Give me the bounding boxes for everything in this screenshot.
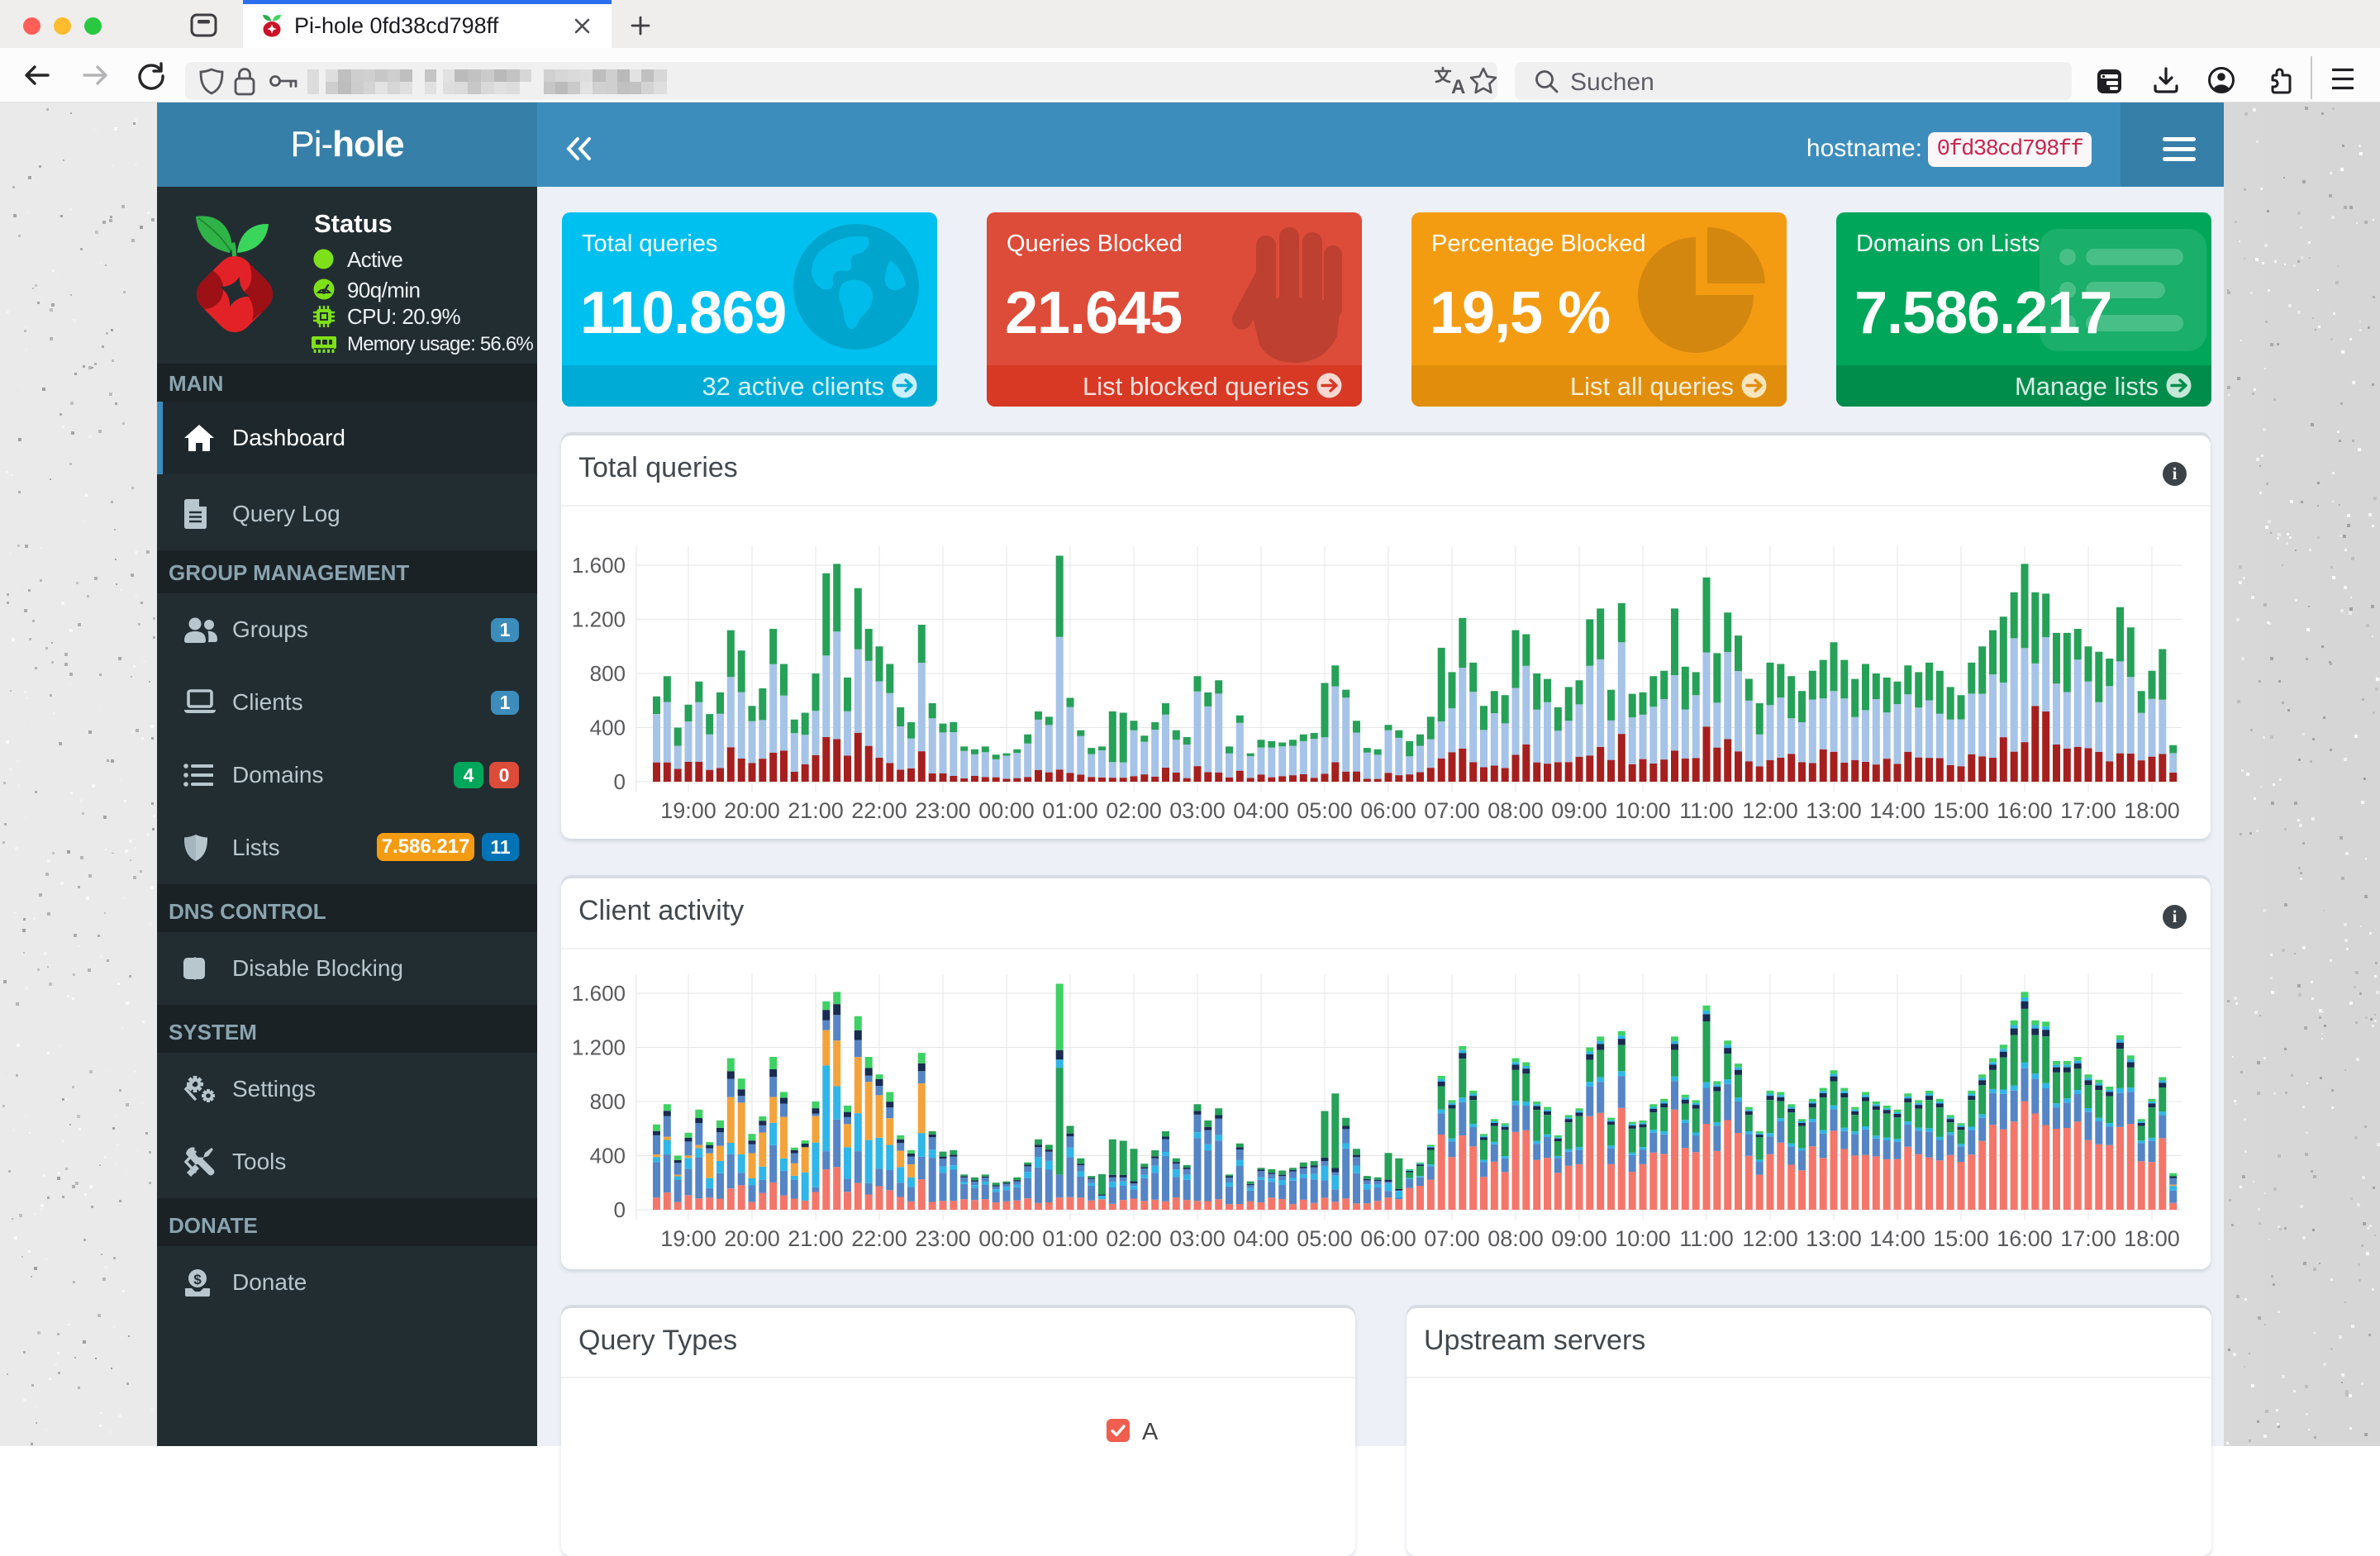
svg-text:22:00: 22:00 [851,798,907,823]
svg-text:18:00: 18:00 [2124,1226,2180,1251]
svg-text:0: 0 [614,769,626,794]
svg-text:19:00: 19:00 [660,798,716,823]
svg-text:14:00: 14:00 [1869,1226,1925,1251]
svg-text:800: 800 [590,661,626,686]
svg-text:23:00: 23:00 [915,798,971,823]
svg-text:09:00: 09:00 [1551,1226,1607,1251]
svg-text:1.200: 1.200 [572,1035,626,1060]
svg-text:15:00: 15:00 [1933,1226,1989,1251]
svg-text:05:00: 05:00 [1297,1226,1353,1251]
svg-text:01:00: 01:00 [1042,798,1098,823]
svg-text:03:00: 03:00 [1169,798,1226,823]
svg-text:800: 800 [590,1089,626,1114]
svg-text:01:00: 01:00 [1042,1226,1098,1251]
svg-text:12:00: 12:00 [1742,798,1798,823]
svg-text:06:00: 06:00 [1360,1226,1416,1251]
svg-text:18:00: 18:00 [2124,798,2180,823]
svg-text:16:00: 16:00 [1997,1226,2053,1251]
svg-text:11:00: 11:00 [1679,798,1734,823]
svg-text:03:00: 03:00 [1169,1226,1226,1251]
svg-text:13:00: 13:00 [1806,798,1862,823]
svg-text:02:00: 02:00 [1106,798,1162,823]
svg-text:16:00: 16:00 [1997,798,2053,823]
svg-text:17:00: 17:00 [2060,1226,2116,1251]
svg-text:20:00: 20:00 [724,1226,780,1251]
svg-text:00:00: 00:00 [978,1226,1035,1251]
svg-text:23:00: 23:00 [915,1226,971,1251]
svg-text:0: 0 [614,1197,626,1222]
svg-text:07:00: 07:00 [1424,1226,1480,1251]
svg-text:11:00: 11:00 [1679,1226,1734,1251]
svg-text:10:00: 10:00 [1615,1226,1671,1251]
svg-text:20:00: 20:00 [724,798,780,823]
svg-text:400: 400 [590,716,626,740]
svg-text:400: 400 [590,1144,626,1168]
svg-text:22:00: 22:00 [851,1226,907,1251]
svg-text:02:00: 02:00 [1106,1226,1162,1251]
svg-text:13:00: 13:00 [1806,1226,1862,1251]
svg-text:04:00: 04:00 [1233,1226,1289,1251]
svg-text:1.600: 1.600 [572,553,626,578]
svg-text:10:00: 10:00 [1615,798,1671,823]
svg-text:21:00: 21:00 [788,798,844,823]
svg-text:1.600: 1.600 [572,981,626,1006]
svg-text:06:00: 06:00 [1360,798,1416,823]
svg-text:08:00: 08:00 [1488,798,1544,823]
svg-text:21:00: 21:00 [788,1226,844,1251]
svg-text:00:00: 00:00 [978,798,1035,823]
svg-text:05:00: 05:00 [1297,798,1353,823]
svg-text:14:00: 14:00 [1869,798,1925,823]
svg-text:04:00: 04:00 [1233,798,1289,823]
svg-text:17:00: 17:00 [2060,798,2116,823]
svg-text:1.200: 1.200 [572,607,626,632]
svg-text:15:00: 15:00 [1933,798,1989,823]
svg-text:08:00: 08:00 [1488,1226,1544,1251]
svg-text:07:00: 07:00 [1424,798,1480,823]
svg-text:19:00: 19:00 [660,1226,716,1251]
svg-text:09:00: 09:00 [1551,798,1607,823]
svg-text:12:00: 12:00 [1742,1226,1798,1251]
